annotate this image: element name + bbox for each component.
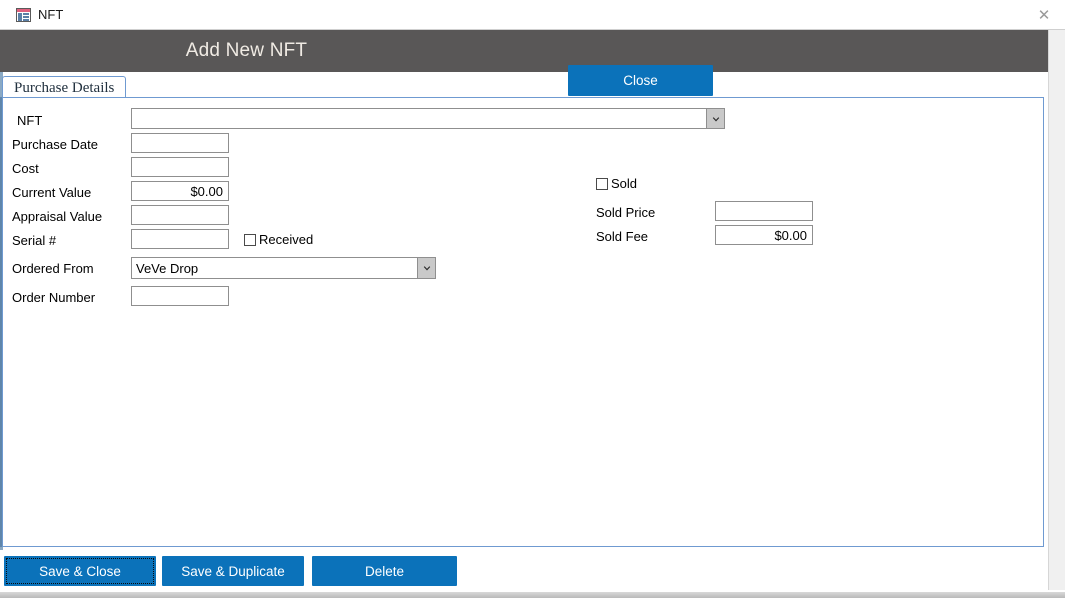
vertical-scrollbar[interactable] [1048,30,1065,590]
chevron-down-glyph [423,266,430,271]
label-sold-price: Sold Price [596,205,656,220]
form-header: Add New NFT Close [0,30,1048,96]
sold-checkbox-group[interactable]: Sold [596,177,637,190]
nft-combobox[interactable] [131,108,725,129]
ordered-from-combobox[interactable]: VeVe Drop [131,257,436,279]
serial-number-input[interactable] [131,229,229,249]
received-checkbox[interactable] [244,233,256,246]
label-order-number: Order Number [12,290,96,305]
label-appraisal-value: Appraisal Value [12,209,103,224]
tab-purchase-details[interactable]: Purchase Details [2,76,127,98]
label-ordered-from: Ordered From [12,261,94,276]
save-and-duplicate-button[interactable]: Save & Duplicate [162,556,304,586]
form-footer: Save & Close Save & Duplicate Delete [0,550,1048,595]
cost-input[interactable] [131,157,229,177]
document-tab-nft[interactable]: NFT [10,0,69,29]
appraisal-value-input[interactable] [131,205,229,225]
received-checkbox-group[interactable]: Received [244,233,313,246]
label-nft: NFT [17,113,43,128]
close-icon[interactable]: ✕ [1035,6,1053,24]
received-checkbox-label: Received [259,232,314,247]
label-current-value: Current Value [12,185,92,200]
chevron-down-icon[interactable] [417,258,435,278]
window-bottom-edge [0,592,1065,598]
sold-price-input[interactable] [715,201,813,221]
save-and-close-button[interactable]: Save & Close [4,556,156,586]
chevron-down-glyph [712,116,719,121]
ordered-from-combobox-value: VeVe Drop [136,260,199,276]
purchase-date-input[interactable] [131,133,229,153]
current-value-input[interactable]: $0.00 [131,181,229,201]
access-form-icon [16,7,31,22]
order-number-input[interactable] [131,286,229,306]
page-title: Add New NFT [185,40,308,61]
label-cost: Cost [12,161,39,176]
label-purchase-date: Purchase Date [12,137,98,152]
delete-button[interactable]: Delete [312,556,457,586]
chevron-down-icon[interactable] [706,109,724,128]
label-sold-fee: Sold Fee [596,229,649,244]
sold-checkbox[interactable] [596,177,608,190]
tab-strip: Purchase Details [2,76,1046,98]
document-tab-label: NFT [38,7,64,22]
document-tab-bar: NFT ✕ [0,0,1065,30]
label-serial-number: Serial # [12,233,57,248]
sold-checkbox-label: Sold [611,176,638,191]
form-detail-section: NFT Purchase Date Cost Current Value App… [0,97,1042,547]
tab-purchase-details-label: Purchase Details [14,79,115,96]
sold-fee-input[interactable]: $0.00 [715,225,813,245]
